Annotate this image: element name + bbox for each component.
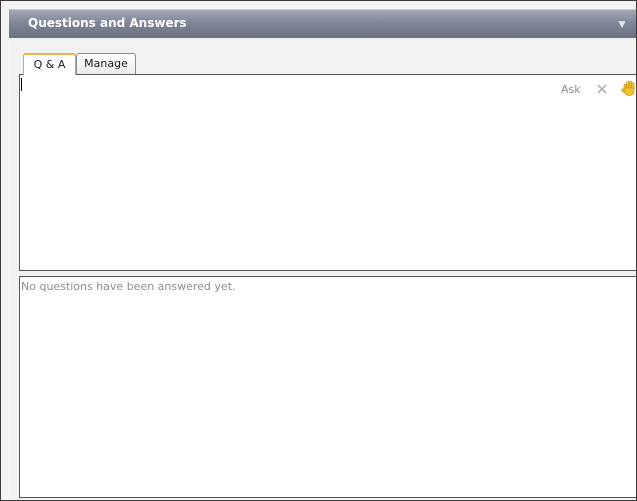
- qa-panel: Questions and Answers ▼ × Q & A Manage A…: [0, 0, 637, 501]
- tab-strip: Q & A Manage: [18, 53, 636, 75]
- answers-empty-message: No questions have been answered yet.: [21, 280, 236, 293]
- clear-x-icon[interactable]: [595, 81, 609, 95]
- panel-title-bar: Questions and Answers ▼ ×: [9, 9, 636, 38]
- question-input[interactable]: Ask: [19, 74, 636, 271]
- ask-button[interactable]: Ask: [561, 83, 581, 96]
- tab-manage[interactable]: Manage: [76, 53, 136, 74]
- answers-list: No questions have been answered yet.: [19, 276, 636, 498]
- panel-title: Questions and Answers: [28, 16, 187, 30]
- raise-hand-icon[interactable]: [620, 79, 636, 97]
- tab-q-and-a[interactable]: Q & A: [23, 53, 76, 75]
- text-caret: [21, 78, 22, 91]
- chevron-down-icon[interactable]: ▼: [616, 19, 628, 31]
